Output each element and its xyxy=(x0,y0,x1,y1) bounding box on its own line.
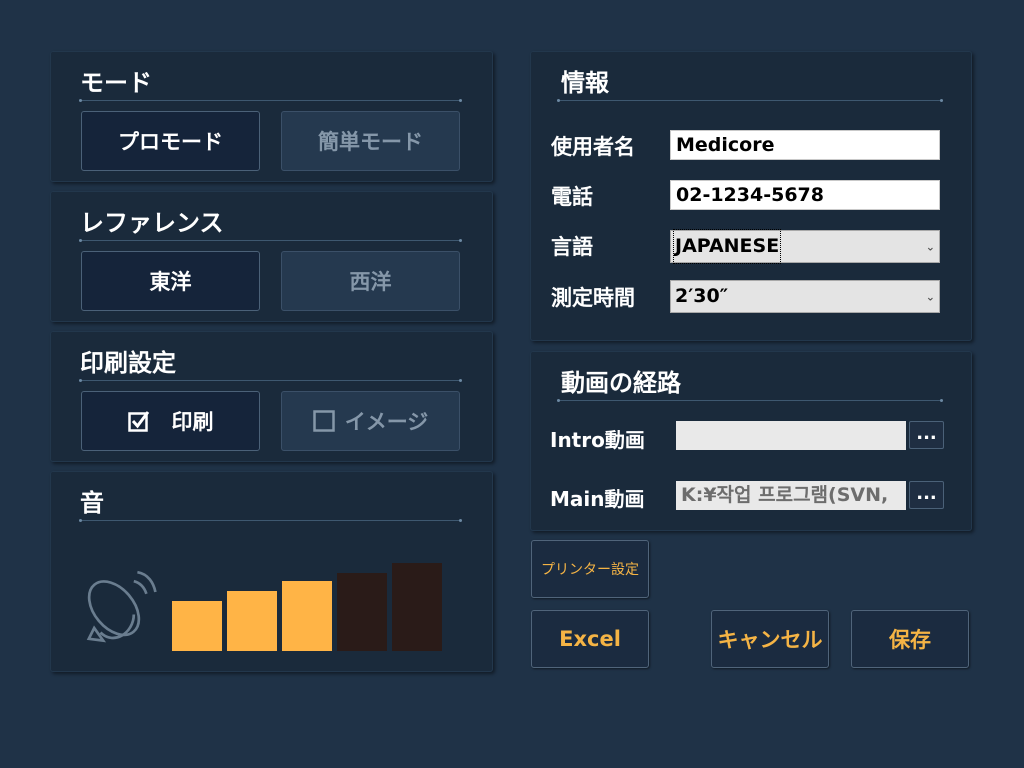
pro-mode-button[interactable]: プロモード xyxy=(81,111,260,171)
sound-panel: 音 xyxy=(50,471,493,672)
cancel-button[interactable]: キャンセル xyxy=(711,610,829,668)
checked-checkbox-icon xyxy=(127,411,149,432)
print-settings-panel: 印刷設定 印刷 イメージ xyxy=(50,331,493,462)
western-button[interactable]: 西洋 xyxy=(281,251,460,311)
intro-video-path-input[interactable] xyxy=(676,421,906,450)
volume-bar[interactable] xyxy=(337,573,387,651)
mode-title: モード xyxy=(80,69,152,97)
volume-bar[interactable] xyxy=(392,563,442,651)
info-title: 情報 xyxy=(561,69,609,97)
mode-separator xyxy=(79,99,462,102)
simple-mode-button[interactable]: 簡単モード xyxy=(281,111,460,171)
excel-button[interactable]: Excel xyxy=(531,610,649,668)
volume-bar[interactable] xyxy=(227,591,277,651)
save-button[interactable]: 保存 xyxy=(851,610,969,668)
main-video-path-input[interactable]: K:¥작업 프로그램(SVN, xyxy=(676,481,906,510)
print-settings-title: 印刷設定 xyxy=(80,349,176,377)
info-separator xyxy=(557,99,943,102)
video-path-separator xyxy=(557,399,943,402)
print-settings-separator xyxy=(79,379,462,382)
image-label: イメージ xyxy=(344,410,429,434)
unchecked-checkbox-icon xyxy=(312,410,335,432)
mode-panel: モード プロモード 簡単モード xyxy=(50,51,493,182)
measure-time-value: 2′30″ xyxy=(675,285,729,307)
intro-video-label: Intro動画 xyxy=(550,428,645,452)
printer-settings-button[interactable]: プリンター設定 xyxy=(531,540,649,598)
volume-bar[interactable] xyxy=(172,601,222,651)
image-toggle-button[interactable]: イメージ xyxy=(281,391,460,451)
main-video-browse-button[interactable]: ... xyxy=(909,481,944,509)
reference-separator xyxy=(79,239,462,242)
phone-label: 電話 xyxy=(551,185,593,209)
info-panel: 情報 使用者名 Medicore 電話 02-1234-5678 言語 JAPA… xyxy=(530,51,972,341)
video-path-title: 動画の経路 xyxy=(561,369,681,397)
user-name-input[interactable]: Medicore xyxy=(670,130,940,160)
chevron-down-icon: ⌄ xyxy=(925,240,935,253)
reference-title: レファレンス xyxy=(80,209,224,237)
print-toggle-button[interactable]: 印刷 xyxy=(81,391,260,451)
measure-time-select[interactable]: 2′30″ ⌄ xyxy=(670,280,940,313)
language-value: JAPANESE xyxy=(672,229,782,264)
eastern-button[interactable]: 東洋 xyxy=(81,251,260,311)
reference-panel: レファレンス 東洋 西洋 xyxy=(50,191,493,322)
measure-time-label: 測定時間 xyxy=(551,286,635,310)
speaker-icon[interactable] xyxy=(78,565,168,655)
sound-separator xyxy=(79,519,462,522)
volume-level-bars[interactable] xyxy=(172,559,448,651)
main-video-label: Main動画 xyxy=(550,487,645,511)
language-select[interactable]: JAPANESE ⌄ xyxy=(670,229,940,264)
intro-video-browse-button[interactable]: ... xyxy=(909,421,944,449)
phone-input[interactable]: 02-1234-5678 xyxy=(670,180,940,210)
sound-title: 音 xyxy=(80,489,104,517)
user-name-label: 使用者名 xyxy=(551,135,635,159)
video-path-panel: 動画の経路 Intro動画 ... Main動画 K:¥작업 프로그램(SVN,… xyxy=(530,351,972,531)
print-label: 印刷 xyxy=(171,410,214,434)
volume-bar[interactable] xyxy=(282,581,332,651)
chevron-down-icon: ⌄ xyxy=(925,290,935,303)
language-label: 言語 xyxy=(551,235,593,259)
